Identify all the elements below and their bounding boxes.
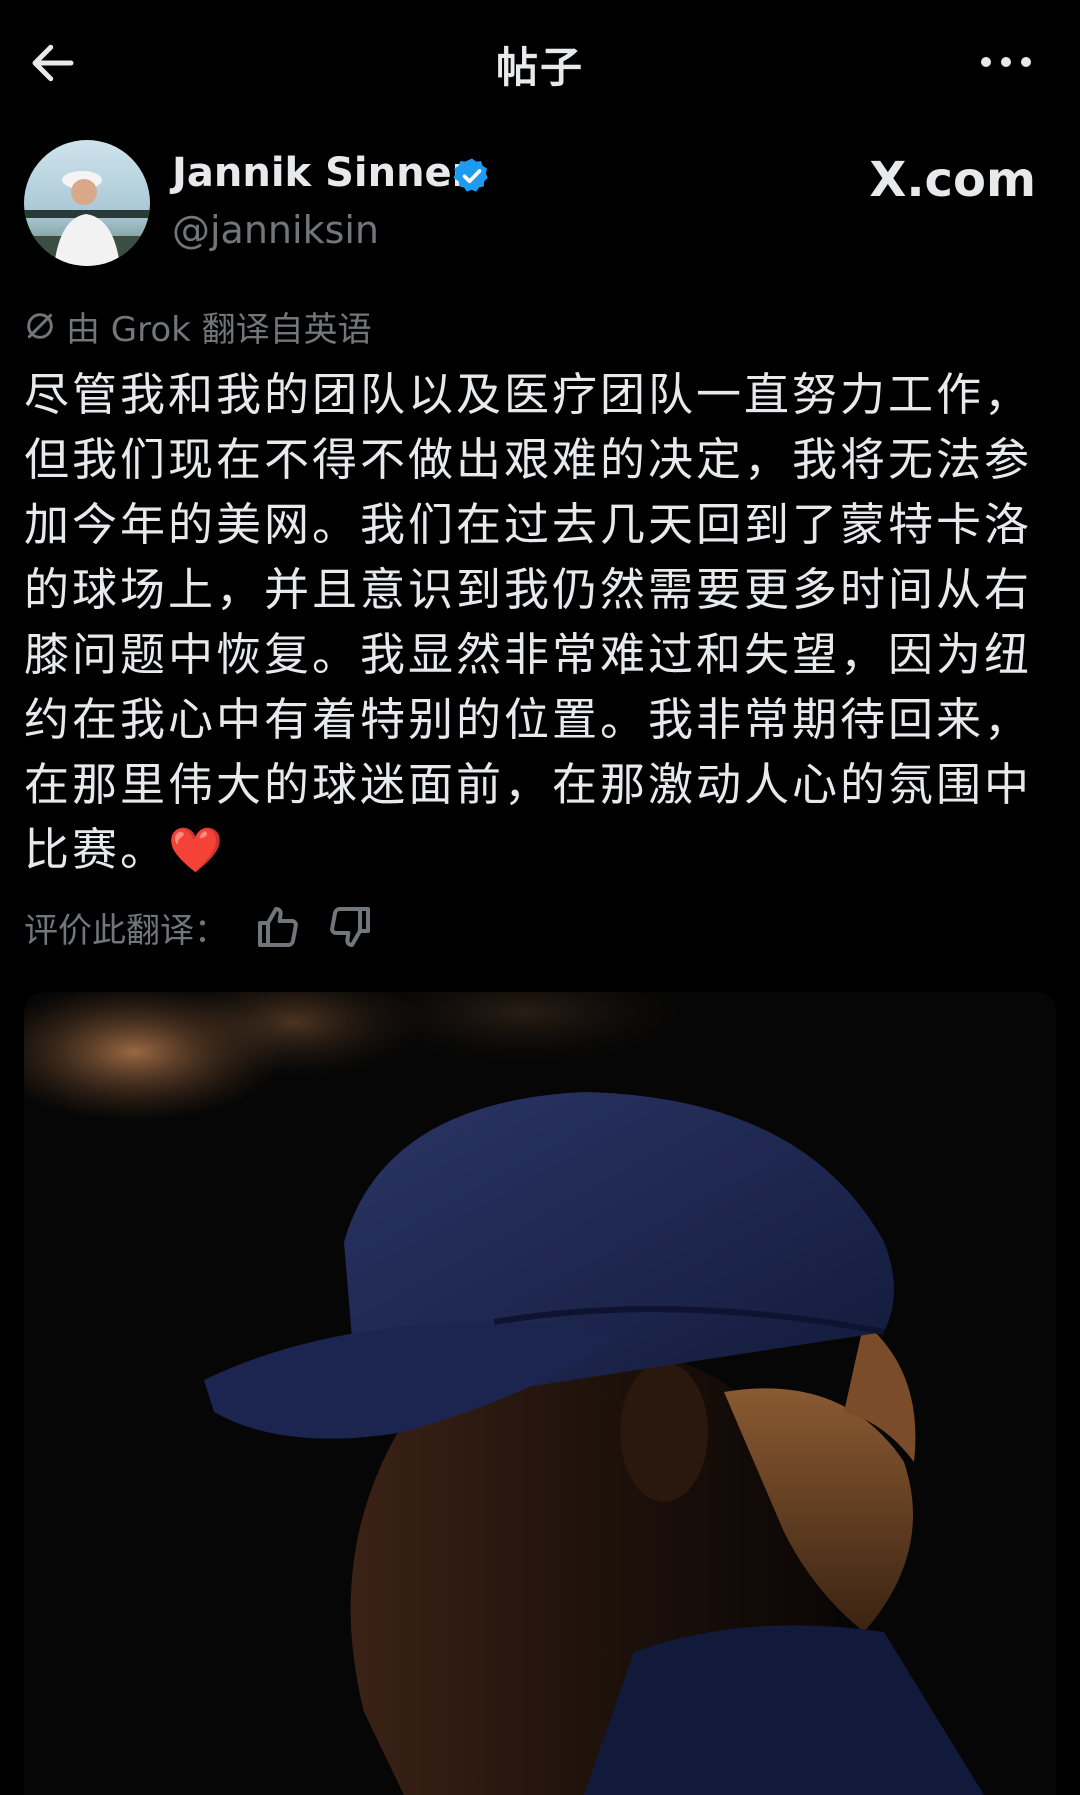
thumbs-up-icon[interactable] [254, 903, 302, 951]
heart-emoji: ❤️ [168, 825, 226, 876]
author-name[interactable]: Jannik Sinner [172, 150, 471, 196]
verified-badge-icon [453, 158, 488, 192]
post-body: 尽管我和我的团队以及医疗团队一直努力工作， 但我们现在不得不做出艰难的决定，我将… [24, 368, 1033, 876]
top-bar: 帖子 [0, 0, 1080, 124]
page-title: 帖子 [495, 43, 584, 92]
avatar[interactable] [24, 140, 150, 266]
rate-translation-label: 评价此翻译： [24, 910, 228, 951]
post-text: 尽管我和我的团队以及医疗团队一直努力工作， 但我们现在不得不做出艰难的决定，我将… [24, 362, 1060, 883]
site-watermark: X.com [869, 152, 1036, 208]
translate-icon [27, 313, 53, 339]
translation-label: 由 Grok 翻译自英语 [66, 309, 372, 350]
post-image[interactable] [24, 992, 1056, 1795]
translation-note: 由 Grok 翻译自英语 [24, 304, 372, 350]
rate-translation: 评价此翻译： [24, 900, 398, 954]
author-handle[interactable]: @janniksin [172, 208, 379, 252]
thumbs-down-icon[interactable] [326, 903, 374, 951]
more-icon[interactable] [976, 42, 1036, 82]
